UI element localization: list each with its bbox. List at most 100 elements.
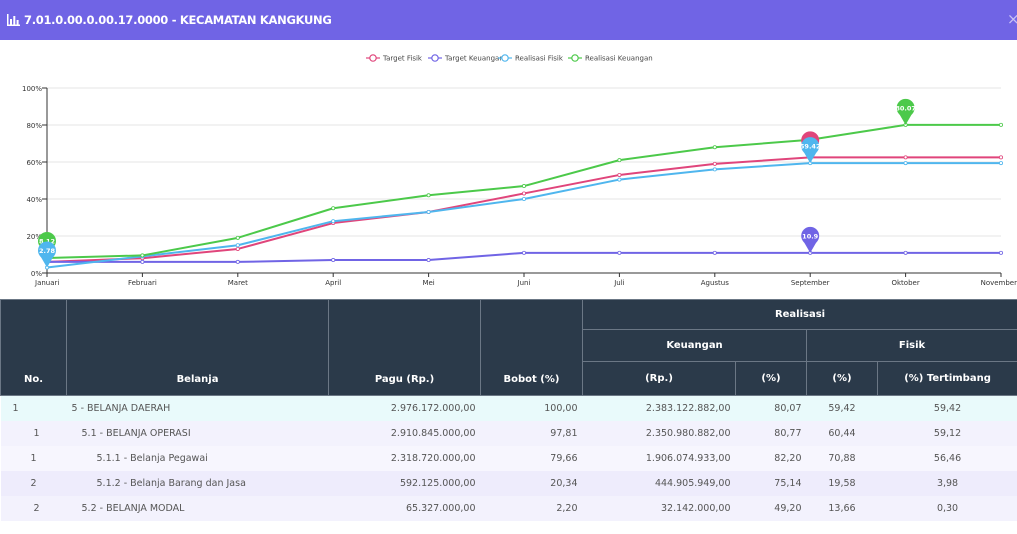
legend-entry: Realisasi Fisik	[515, 55, 564, 63]
cell-pagu: 2.910.845.000,00	[328, 421, 481, 446]
cell-keu-pct: 49,20	[735, 496, 807, 521]
data-point	[617, 177, 622, 182]
data-point	[522, 184, 527, 189]
cell-no: 2	[0, 496, 67, 521]
x-tick-label: November	[981, 279, 1017, 287]
close-button[interactable]: ×	[1007, 10, 1017, 28]
cell-bobot: 20,34	[480, 471, 583, 496]
cell-tertimbang: 56,46	[877, 446, 1017, 471]
cell-bobot: 79,66	[480, 446, 583, 471]
cell-fisik-pct: 59,42	[806, 395, 878, 421]
data-point	[903, 155, 908, 160]
data-point	[903, 161, 908, 166]
table-row: 1 5.1 - BELANJA OPERASI 2.910.845.000,00…	[0, 421, 1017, 446]
cell-bobot: 97,81	[480, 421, 583, 446]
cell-belanja: 5.2 - BELANJA MODAL	[66, 496, 329, 521]
series-line	[46, 123, 1001, 259]
y-tick-label: 100%	[22, 85, 42, 93]
cell-tertimbang: 59,12	[877, 421, 1017, 446]
cell-pagu: 2.318.720.000,00	[328, 446, 481, 471]
col-group-keuangan: Keuangan	[582, 329, 807, 362]
data-point	[331, 206, 336, 211]
y-tick-label: 60%	[26, 159, 42, 167]
cell-fisik-pct: 60,44	[806, 421, 878, 446]
legend-swatch-dot	[571, 54, 579, 62]
col-group-realisasi: Realisasi	[581, 299, 1017, 330]
cell-keu-pct: 82,20	[735, 446, 807, 471]
data-point	[999, 250, 1004, 255]
cell-no: 2	[0, 471, 67, 496]
data-point	[426, 209, 431, 214]
data-point	[712, 161, 717, 166]
marker-label: 59.42	[800, 143, 821, 151]
cell-belanja: 5.1.1 - Belanja Pegawai	[66, 446, 329, 471]
col-belanja: Belanja	[66, 299, 329, 396]
data-point	[903, 250, 908, 255]
marker-label: 80.07	[895, 104, 916, 112]
data-point	[999, 161, 1004, 166]
table-row: 2 5.2 - BELANJA MODAL 65.327.000,00 2,20…	[0, 496, 1017, 521]
bar-chart-icon	[7, 14, 20, 26]
chart-canvas: 0%20%40%60%80%100%Januari Februari Maret Ap…	[22, 54, 1017, 287]
col-fisik-pct: (%)	[806, 361, 878, 396]
x-tick-label: Januari	[34, 279, 59, 287]
legend-swatch-dot	[369, 54, 377, 62]
x-tick-label: Mei	[422, 279, 434, 287]
cell-keu-rp: 1.906.074.933,00	[582, 446, 736, 471]
cell-keu-pct: 80,77	[735, 421, 807, 446]
cell-fisik-pct: 13,66	[806, 496, 878, 521]
col-pagu: Pagu (Rp.)	[328, 299, 481, 396]
data-point	[617, 172, 622, 177]
cell-tertimbang: 3,98	[877, 471, 1017, 496]
data-point	[617, 250, 622, 255]
marker-label: 2.78	[39, 247, 56, 255]
data-point	[999, 155, 1004, 160]
data-point	[331, 219, 336, 224]
cell-tertimbang: 0,30	[877, 496, 1017, 521]
data-point	[426, 193, 431, 198]
cell-no: 1	[0, 421, 67, 446]
cell-keu-rp: 444.905.949,00	[582, 471, 736, 496]
cell-belanja: 5 - BELANJA DAERAH	[66, 395, 329, 421]
x-tick-label: September	[791, 279, 830, 287]
col-group-fisik: Fisik	[805, 329, 1017, 362]
col-bobot: Bobot (%)	[480, 299, 583, 396]
data-point	[617, 158, 622, 163]
cell-fisik-pct: 19,58	[806, 471, 878, 496]
marker-label: 10.9	[802, 232, 819, 240]
data-point	[712, 167, 717, 172]
legend-entry: Target Keuangan	[444, 55, 504, 63]
legend-entry: Target Fisik	[382, 55, 423, 63]
y-tick-label: 40%	[26, 196, 42, 204]
x-tick-label: April	[325, 279, 341, 287]
cell-pagu: 2.976.172.000,00	[328, 395, 481, 421]
col-keu-pct: (%)	[735, 361, 807, 396]
table-row: 1 5.1.1 - Belanja Pegawai 2.318.720.000,…	[0, 446, 1017, 471]
cell-pagu: 65.327.000,00	[328, 496, 481, 521]
x-tick-label: Juni	[517, 279, 531, 287]
data-point	[235, 243, 240, 248]
data-point	[235, 246, 240, 251]
data-point	[426, 258, 431, 263]
data-point	[522, 196, 527, 201]
data-point	[522, 191, 527, 196]
legend-entry: Realisasi Keuangan	[585, 55, 653, 63]
y-tick-label: 0%	[31, 270, 42, 278]
data-point	[522, 250, 527, 255]
col-fisik-tertimbang: (%) Tertimbang	[876, 361, 1017, 396]
cell-keu-rp: 2.350.980.882,00	[582, 421, 736, 446]
x-tick-label: Agustus	[701, 279, 729, 287]
cell-tertimbang: 59,42	[877, 395, 1017, 421]
data-point	[712, 250, 717, 255]
x-tick-label: Juli	[613, 279, 624, 287]
col-keu-rp: (Rp.)	[582, 361, 736, 396]
data-point	[140, 253, 145, 258]
x-tick-label: Februari	[128, 279, 157, 287]
table-row: 1 5 - BELANJA DAERAH 2.976.172.000,00 10…	[0, 395, 1017, 421]
cell-bobot: 100,00	[480, 395, 583, 421]
realisasi-table: No. Belanja Pagu (Rp.) Bobot (%) Realisa…	[0, 299, 1017, 521]
y-tick-label: 80%	[26, 122, 42, 130]
dialog-title: 7.01.0.00.0.00.17.0000 - KECAMATAN KANGK…	[24, 13, 332, 27]
x-tick-label: Maret	[228, 279, 248, 287]
table-row: 2 5.1.2 - Belanja Barang dan Jasa 592.12…	[0, 471, 1017, 496]
